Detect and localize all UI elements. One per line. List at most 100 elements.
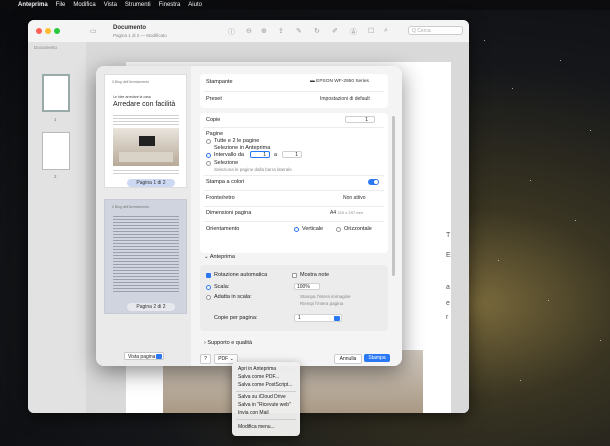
menu-divider [236, 419, 296, 420]
pdf-menu-item[interactable]: Salva in "Ricevute web" [238, 402, 291, 408]
options-card: Copie 1 Pagine Tutte e 2 le pagine Selez… [200, 113, 388, 253]
divider [204, 206, 384, 207]
menu-view[interactable]: Vista [104, 2, 117, 8]
auto-rotate-checkbox[interactable] [206, 273, 211, 278]
divider [204, 221, 384, 222]
share-icon[interactable]: ⇪ [278, 27, 284, 35]
copies-per-page-value: 1 [298, 315, 301, 321]
menu-window[interactable]: Finestra [159, 2, 181, 8]
menu-edit[interactable]: Modifica [73, 2, 95, 8]
range-from-input[interactable]: 1 [250, 151, 270, 158]
orientation-horizontal-radio[interactable] [336, 227, 341, 232]
range-to-input[interactable]: 1 [282, 151, 302, 158]
zoom-window-button[interactable] [54, 28, 60, 34]
preview-page-2[interactable]: Il Blog dell'Arredamento Pagina 2 di 2 [104, 199, 187, 314]
pdf-menu-item[interactable]: Invia con Mail [238, 410, 269, 416]
duplex-select[interactable]: Non attivo [343, 195, 366, 201]
pages-selection-hint: Seleziona le pagine dalla barra laterale [214, 167, 292, 172]
fit-option-fill-page[interactable]: Riempi l'intera pagina [300, 301, 343, 306]
copies-stepper[interactable]: 1 [345, 116, 375, 123]
window-title: Documento [113, 25, 146, 31]
close-window-button[interactable] [36, 28, 42, 34]
info-icon[interactable]: ⓘ [228, 27, 235, 37]
copies-label: Copie [206, 117, 221, 123]
highlight-icon[interactable]: ✐ [332, 27, 338, 35]
settings-scrollbar[interactable] [392, 116, 395, 276]
annotate-icon[interactable]: Ⓐ [350, 27, 357, 37]
chevron-down-icon: ⌄ [228, 356, 234, 362]
preset-label: Preset [206, 96, 222, 102]
anteprima-section-toggle[interactable]: ⌄ Anteprima [204, 254, 235, 260]
page-size-select[interactable]: A4 210 x 297 mm [330, 210, 363, 216]
fit-radio[interactable] [206, 295, 211, 300]
pdf-menu-item[interactable]: Salva su iCloud Drive [238, 394, 286, 400]
tv-shape [139, 136, 155, 146]
bg-text-fragment: E [446, 252, 451, 259]
page-text-block [113, 214, 179, 294]
orientation-vertical-radio[interactable] [294, 227, 299, 232]
help-button[interactable]: ? [200, 354, 211, 364]
search-icon[interactable]: ⌕ [384, 27, 388, 35]
markup-icon[interactable]: ✎ [296, 27, 302, 35]
pdf-menu-item[interactable]: Modifica menu... [238, 424, 275, 430]
page-size-label: Dimensioni pagina [206, 210, 252, 216]
divider [204, 175, 384, 176]
scale-radio[interactable] [206, 285, 211, 290]
bg-text-fragment: a [446, 284, 450, 291]
pages-range-radio[interactable] [206, 153, 211, 158]
divider [204, 127, 384, 128]
menu-help[interactable]: Aiuto [188, 2, 202, 8]
print-settings: Stampante ▬ EPSON WF-2950 Series Preset … [200, 66, 402, 366]
menu-file[interactable]: File [56, 2, 66, 8]
print-button[interactable]: Stampa [364, 354, 390, 362]
scale-label: Scala: [214, 284, 230, 290]
pages-selection-radio[interactable] [206, 161, 211, 166]
pages-all-label: Tutte e 2 le pagine [214, 138, 260, 144]
zoom-in-icon[interactable]: ⊕ [261, 27, 267, 35]
cancel-button[interactable]: Annulla [334, 354, 362, 364]
page-1-badge: Pagina 1 di 2 [127, 179, 175, 187]
search-input[interactable]: Q Cerca [408, 26, 463, 35]
color-toggle[interactable] [368, 179, 379, 185]
menu-divider [236, 391, 296, 392]
page-header: Il Blog dell'Arredamento [112, 80, 150, 84]
scale-input[interactable]: 100% [294, 283, 320, 290]
page-text-block [113, 113, 179, 125]
orientation-horizontal-label: Orizzontale [344, 226, 372, 232]
sidebar-toggle-icon[interactable]: ▭ [90, 27, 97, 35]
color-label: Stampa a colori [206, 179, 245, 185]
thumbnail-page-2[interactable] [42, 132, 70, 170]
printer-select[interactable]: ▬ EPSON WF-2950 Series [310, 79, 369, 84]
preset-select[interactable]: Impostazioni di default [320, 96, 370, 102]
range-from-value: 1 [263, 152, 266, 158]
pages-all-radio[interactable] [206, 139, 211, 144]
copies-per-page-select[interactable]: 1 [294, 314, 342, 322]
zoom-out-icon[interactable]: ⊖ [246, 27, 252, 35]
thumbnail-page-1[interactable] [42, 74, 70, 112]
copies-per-page-label: Copie per pagina: [214, 315, 258, 321]
pdf-menu-item[interactable]: Salva come PostScript... [238, 382, 292, 388]
menu-tools[interactable]: Strumenti [125, 2, 151, 8]
page-view-select[interactable]: Vista pagina [124, 352, 164, 360]
thumbnail-number-1: 1 [54, 117, 57, 122]
page-size-value: A4 [330, 210, 337, 216]
pdf-menu-item[interactable]: Salva come PDF... [238, 374, 279, 380]
menu-app[interactable]: Anteprima [18, 2, 48, 8]
rotate-icon[interactable]: ↻ [314, 27, 320, 35]
window-subtitle: Pagina 1 di 2 — Modificato [113, 33, 167, 38]
show-notes-checkbox[interactable] [292, 273, 297, 278]
auto-rotate-label: Rotazione automatica [214, 272, 268, 278]
preview-page-1[interactable]: Il Blog dell'Arredamento Le idee arredar… [104, 74, 187, 188]
window-titlebar: ▭ Documento Pagina 1 di 2 — Modificato ⓘ… [28, 20, 469, 43]
fit-option-whole-image[interactable]: Stampa l'intera immagine [300, 294, 351, 299]
minimize-window-button[interactable] [45, 28, 51, 34]
support-section-toggle[interactable]: › Supporto e qualità [204, 340, 252, 346]
forms-icon[interactable]: ☐ [368, 27, 374, 35]
support-section-title: Supporto e qualità [207, 340, 253, 346]
pdf-menu-item[interactable]: Apri in Anteprima [238, 366, 276, 372]
anteprima-card: Rotazione automatica Mostra note Scala: … [200, 265, 388, 331]
pages-range-label: Intervallo da [214, 152, 244, 158]
page-2-badge: Pagina 2 di 2 [127, 303, 175, 311]
pages-label: Pagine [206, 131, 224, 137]
copies-value: 1 [365, 117, 368, 123]
